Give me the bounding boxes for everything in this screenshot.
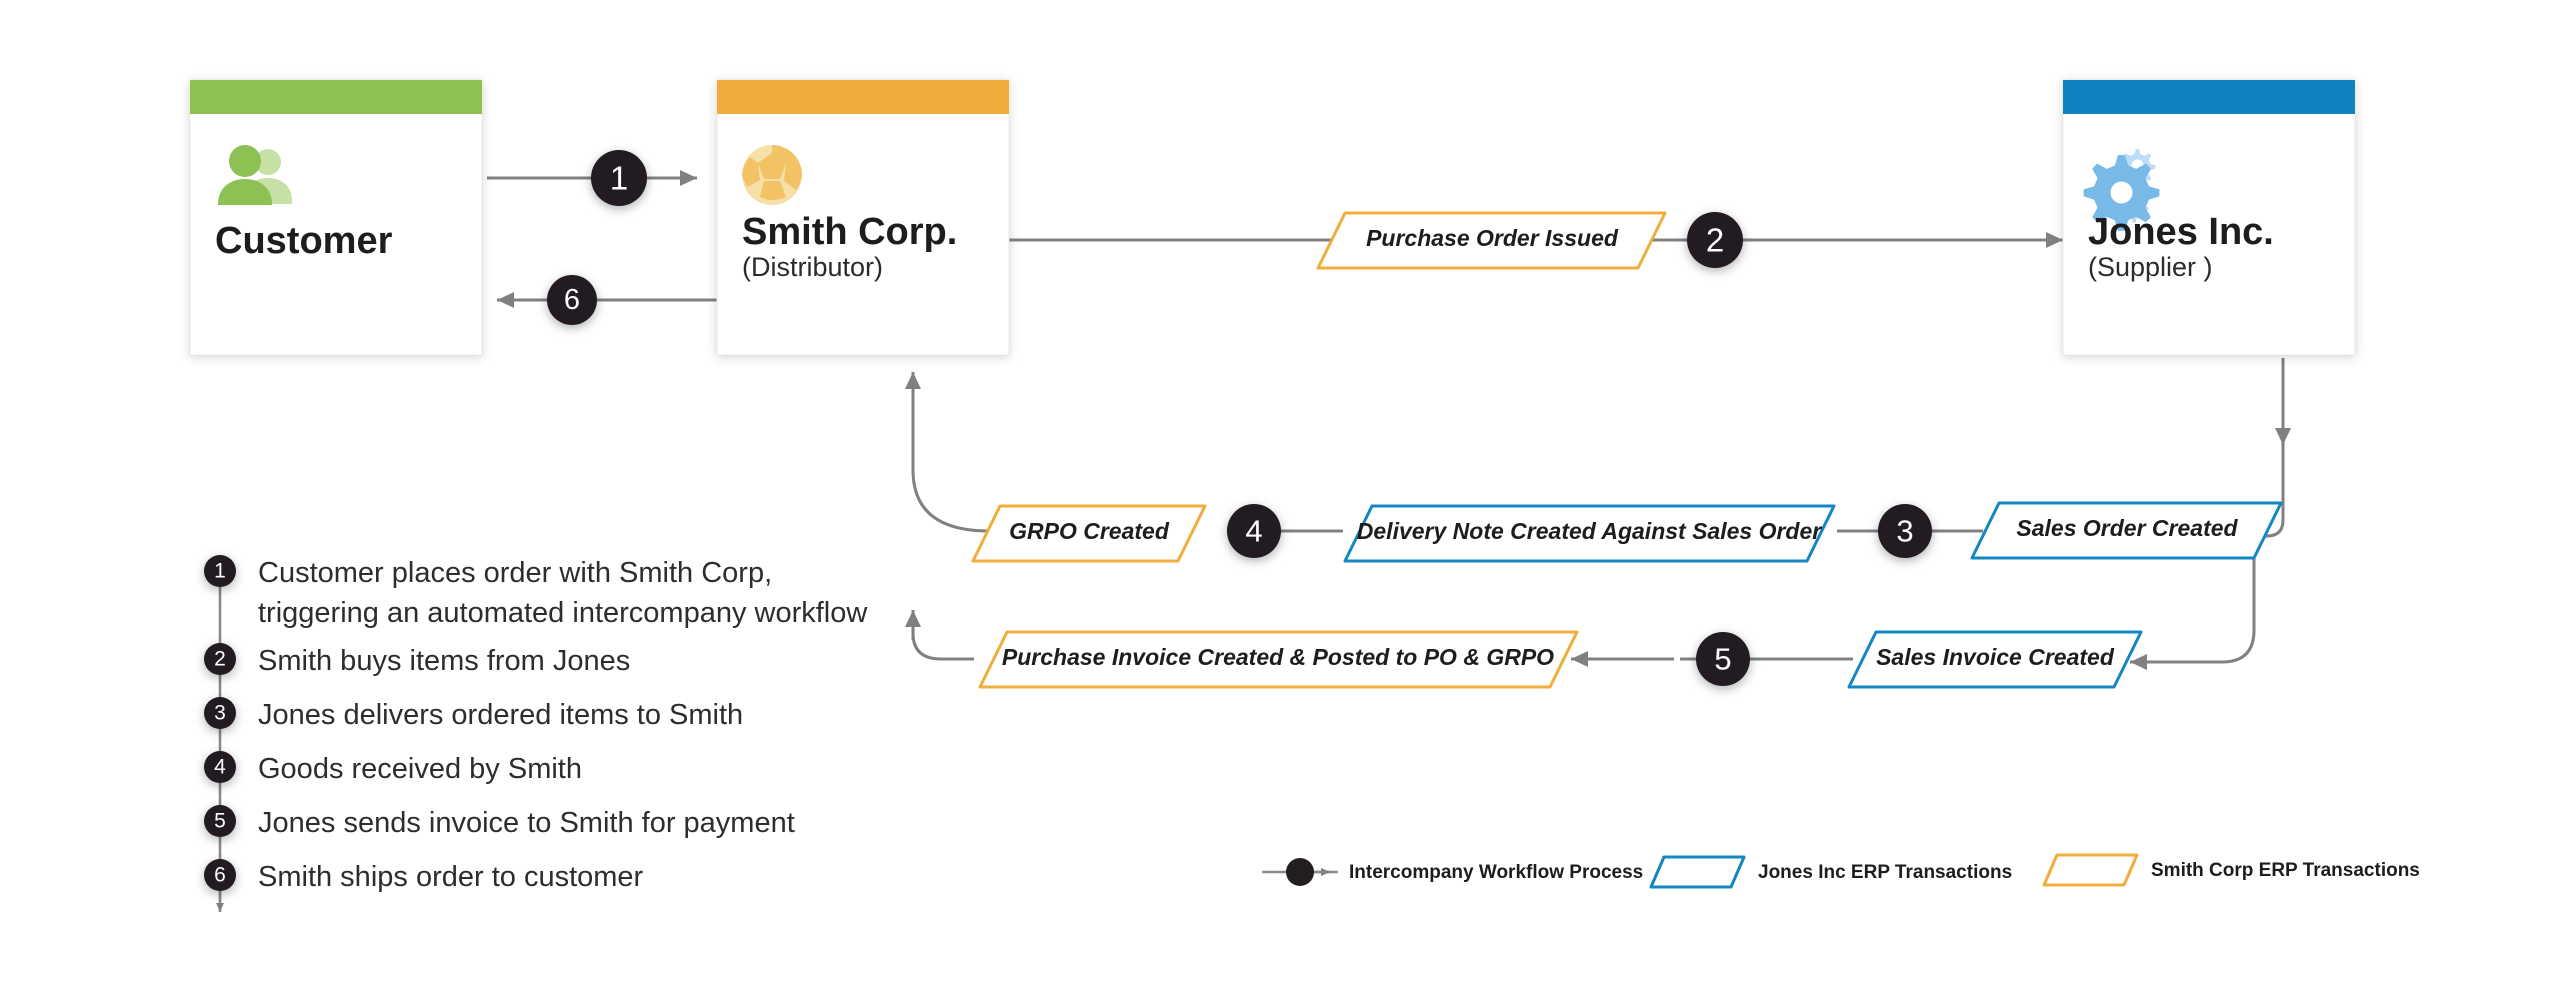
step-item-4[interactable]: 4 Goods received by Smith [204,751,582,785]
jones-title: Jones Inc. [2088,211,2274,253]
flow-badge-6-number: 6 [564,284,580,316]
legend-item-jones[interactable]: Jones Inc ERP Transactions [1649,855,2012,889]
step-1-text-line2: triggering an automated intercompany wor… [258,597,868,629]
legend-workflow-dot [1286,858,1314,886]
step-6-number: 6 [214,864,226,887]
legend-jones-swatch [1649,855,1746,889]
flow-badge-4[interactable]: 4 [1227,504,1281,558]
transaction-purchase-invoice-created[interactable]: Purchase Invoice Created & Posted to PO … [978,630,1579,689]
step-6-text: Smith ships order to customer [258,861,644,893]
sales-invoice-label: Sales Invoice Created [1876,644,2115,670]
connector-purchase-invoice-up-to-smith [911,625,974,661]
legend-workflow-label: Intercompany Workflow Process [1349,862,1643,883]
flow-badge-5[interactable]: 5 [1696,632,1750,686]
step-2-text: Smith buys items from Jones [258,645,630,677]
legend-smith-swatch [2042,853,2139,887]
sales-order-label: Sales Order Created [2016,515,2238,541]
flow-badge-6[interactable]: 6 [547,275,597,325]
flow-badge-2-number: 2 [1706,222,1724,259]
smith-title: Smith Corp. [742,211,957,253]
legend-item-workflow[interactable]: Intercompany Workflow Process [1262,858,1643,886]
jones-header-bar [2063,80,2355,114]
delivery-note-label: Delivery Note Created Against Sales Orde… [1357,518,1822,544]
entity-card-jones[interactable]: Jones Inc. (Supplier ) [2062,79,2356,356]
transaction-purchase-order-issued[interactable]: Purchase Order Issued [1316,211,1667,270]
flow-badge-2[interactable]: 2 [1687,212,1743,268]
customer-title: Customer [215,220,393,262]
step-4-text: Goods received by Smith [258,753,582,785]
flow-badge-1-number: 1 [610,160,628,197]
connector-sales-order-to-sales-invoice [2135,546,2256,664]
transaction-delivery-note-created[interactable]: Delivery Note Created Against Sales Orde… [1343,504,1836,563]
step-1-number: 1 [214,560,226,583]
step-item-1[interactable]: 1 Customer places order with Smith Corp,… [204,555,868,629]
transaction-sales-invoice-created[interactable]: Sales Invoice Created [1847,630,2143,689]
flow-badge-1[interactable]: 1 [591,150,647,206]
smith-header-bar [717,80,1009,114]
purchase-order-label: Purchase Order Issued [1366,225,1619,251]
step-3-number: 3 [214,702,226,725]
purchase-invoice-label: Purchase Invoice Created & Posted to PO … [1002,644,1554,670]
step-item-6[interactable]: 6 Smith ships order to customer [204,859,644,893]
step-3-text: Jones delivers ordered items to Smith [258,699,743,731]
grpo-label: GRPO Created [1009,518,1170,544]
transaction-grpo-created[interactable]: GRPO Created [971,504,1207,563]
legend-row: Intercompany Workflow Process Jones Inc … [1262,853,2420,889]
steps-list: 1 Customer places order with Smith Corp,… [204,555,868,912]
step-item-3[interactable]: 3 Jones delivers ordered items to Smith [204,697,743,731]
step-2-number: 2 [214,648,226,671]
step-5-number: 5 [214,810,226,833]
entity-card-smith[interactable]: Smith Corp. (Distributor) [716,79,1010,356]
legend-smith-label: Smith Corp ERP Transactions [2151,860,2420,881]
flow-badge-5-number: 5 [1714,642,1731,677]
smith-subtitle: (Distributor) [742,252,883,282]
step-4-number: 4 [214,756,226,779]
intercompany-workflow-diagram: Customer Smith Corp. (Distributor) Jones… [189,79,2420,912]
flow-badge-4-number: 4 [1245,514,1262,549]
jones-subtitle: (Supplier ) [2088,252,2213,282]
legend-jones-label: Jones Inc ERP Transactions [1758,862,2012,883]
flow-badge-3-number: 3 [1896,514,1913,549]
flow-badge-3[interactable]: 3 [1878,504,1932,558]
customer-header-bar [190,80,482,114]
transaction-sales-order-created[interactable]: Sales Order Created [1970,501,2283,560]
legend-item-smith[interactable]: Smith Corp ERP Transactions [2042,853,2420,887]
step-item-2[interactable]: 2 Smith buys items from Jones [204,643,630,677]
ball-icon [742,145,802,205]
step-item-5[interactable]: 5 Jones sends invoice to Smith for payme… [204,805,795,839]
step-1-text-line1: Customer places order with Smith Corp, [258,557,772,589]
entity-card-customer[interactable]: Customer [189,79,483,356]
step-5-text: Jones sends invoice to Smith for payment [258,807,795,839]
